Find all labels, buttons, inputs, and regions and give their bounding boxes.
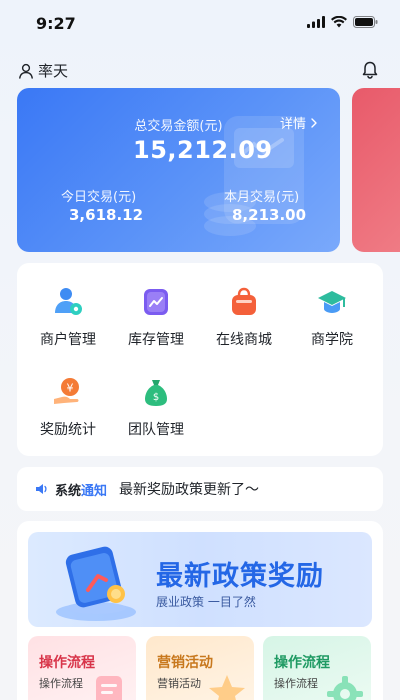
team-money-bag-icon: $ xyxy=(145,380,167,406)
status-time: 9:27 xyxy=(36,14,76,33)
status-icons xyxy=(307,16,378,28)
status-bar: 9:27 xyxy=(0,0,400,48)
tile-title: 操作流程 xyxy=(39,655,95,671)
menu-item-reward-stats[interactable]: ¥ 奖励统计 xyxy=(25,375,111,439)
menu-item-business-school[interactable]: 商学院 xyxy=(289,285,375,349)
svg-text:¥: ¥ xyxy=(67,382,74,395)
tile-subtitle: 操作流程 xyxy=(39,677,83,690)
tile-title: 营销活动 xyxy=(157,655,213,671)
inventory-icon xyxy=(144,289,168,315)
speaker-icon xyxy=(36,484,47,494)
notice-tag-part2: 通知 xyxy=(81,483,108,499)
user-name: 率天 xyxy=(38,62,69,80)
tile-operation-flow-2[interactable]: 操作流程 操作流程 xyxy=(263,636,371,700)
wifi-icon xyxy=(331,16,347,28)
menu-label: 在线商城 xyxy=(216,332,272,348)
menu-item-inventory[interactable]: 库存管理 xyxy=(113,285,199,349)
signal-icon xyxy=(307,16,325,28)
banner-title: 最新政策奖励 xyxy=(156,561,324,592)
tile-title: 操作流程 xyxy=(274,655,330,671)
user-icon xyxy=(19,63,33,79)
tile-subtitle: 营销活动 xyxy=(157,677,201,690)
notice-text: 最新奖励政策更新了～ xyxy=(119,482,260,498)
shop-bag-icon xyxy=(232,287,256,315)
menu-item-merchant[interactable]: 商户管理 xyxy=(25,285,111,349)
notice-tag-part1: 系统 xyxy=(55,483,82,499)
stats-card[interactable]: 总交易金额(元) 详情 15,212.09 今日交易(元) 3,618.12 本… xyxy=(17,88,340,252)
chevron-right-icon xyxy=(311,117,317,128)
details-label: 详情 xyxy=(279,117,306,132)
user-row[interactable]: 率天 xyxy=(18,60,68,81)
graduation-cap-icon xyxy=(318,291,346,313)
menu-card: 商户管理 库存管理 在线商城 商学院 ¥ 奖励统计 $ 团队管理 xyxy=(17,263,383,456)
month-amount-value: 8,213.00 xyxy=(232,206,307,224)
menu-item-online-shop[interactable]: 在线商城 xyxy=(201,285,287,349)
menu-item-team[interactable]: $ 团队管理 xyxy=(113,375,199,439)
menu-label: 奖励统计 xyxy=(40,422,96,438)
next-card-peek[interactable] xyxy=(352,88,400,252)
menu-label: 商户管理 xyxy=(40,332,96,348)
promo-section: 最新政策奖励 展业政策 一目了然 操作流程 操作流程 营销活动 营销活动 操作流… xyxy=(17,521,383,700)
total-amount-value: 15,212.09 xyxy=(133,136,273,164)
month-amount-label: 本月交易(元) xyxy=(224,190,300,205)
notice-bar[interactable]: 系统通知 最新奖励政策更新了～ xyxy=(17,467,383,511)
today-amount-label: 今日交易(元) xyxy=(61,190,137,205)
banner-subtitle: 展业政策 一目了然 xyxy=(156,595,256,609)
star-icon xyxy=(209,675,245,700)
tile-marketing[interactable]: 营销活动 营销活动 xyxy=(146,636,254,700)
menu-label: 库存管理 xyxy=(128,332,184,348)
menu-label: 商学院 xyxy=(311,332,353,348)
today-amount-value: 3,618.12 xyxy=(69,206,144,224)
battery-icon xyxy=(353,16,378,28)
policy-banner[interactable]: 最新政策奖励 展业政策 一目了然 xyxy=(28,532,372,627)
svg-text:$: $ xyxy=(153,392,159,403)
document-icon xyxy=(96,676,122,700)
tile-subtitle: 操作流程 xyxy=(274,677,318,690)
gear-icon xyxy=(327,676,363,700)
details-link[interactable]: 详情 xyxy=(280,113,318,132)
policy-illustration-icon xyxy=(56,546,136,621)
menu-label: 团队管理 xyxy=(128,422,184,438)
tile-operation-flow[interactable]: 操作流程 操作流程 xyxy=(28,636,136,700)
merchant-icon xyxy=(55,288,82,315)
notice-tag: 系统通知 xyxy=(55,480,107,499)
reward-coin-icon: ¥ xyxy=(54,378,79,404)
bell-icon[interactable] xyxy=(360,60,380,80)
